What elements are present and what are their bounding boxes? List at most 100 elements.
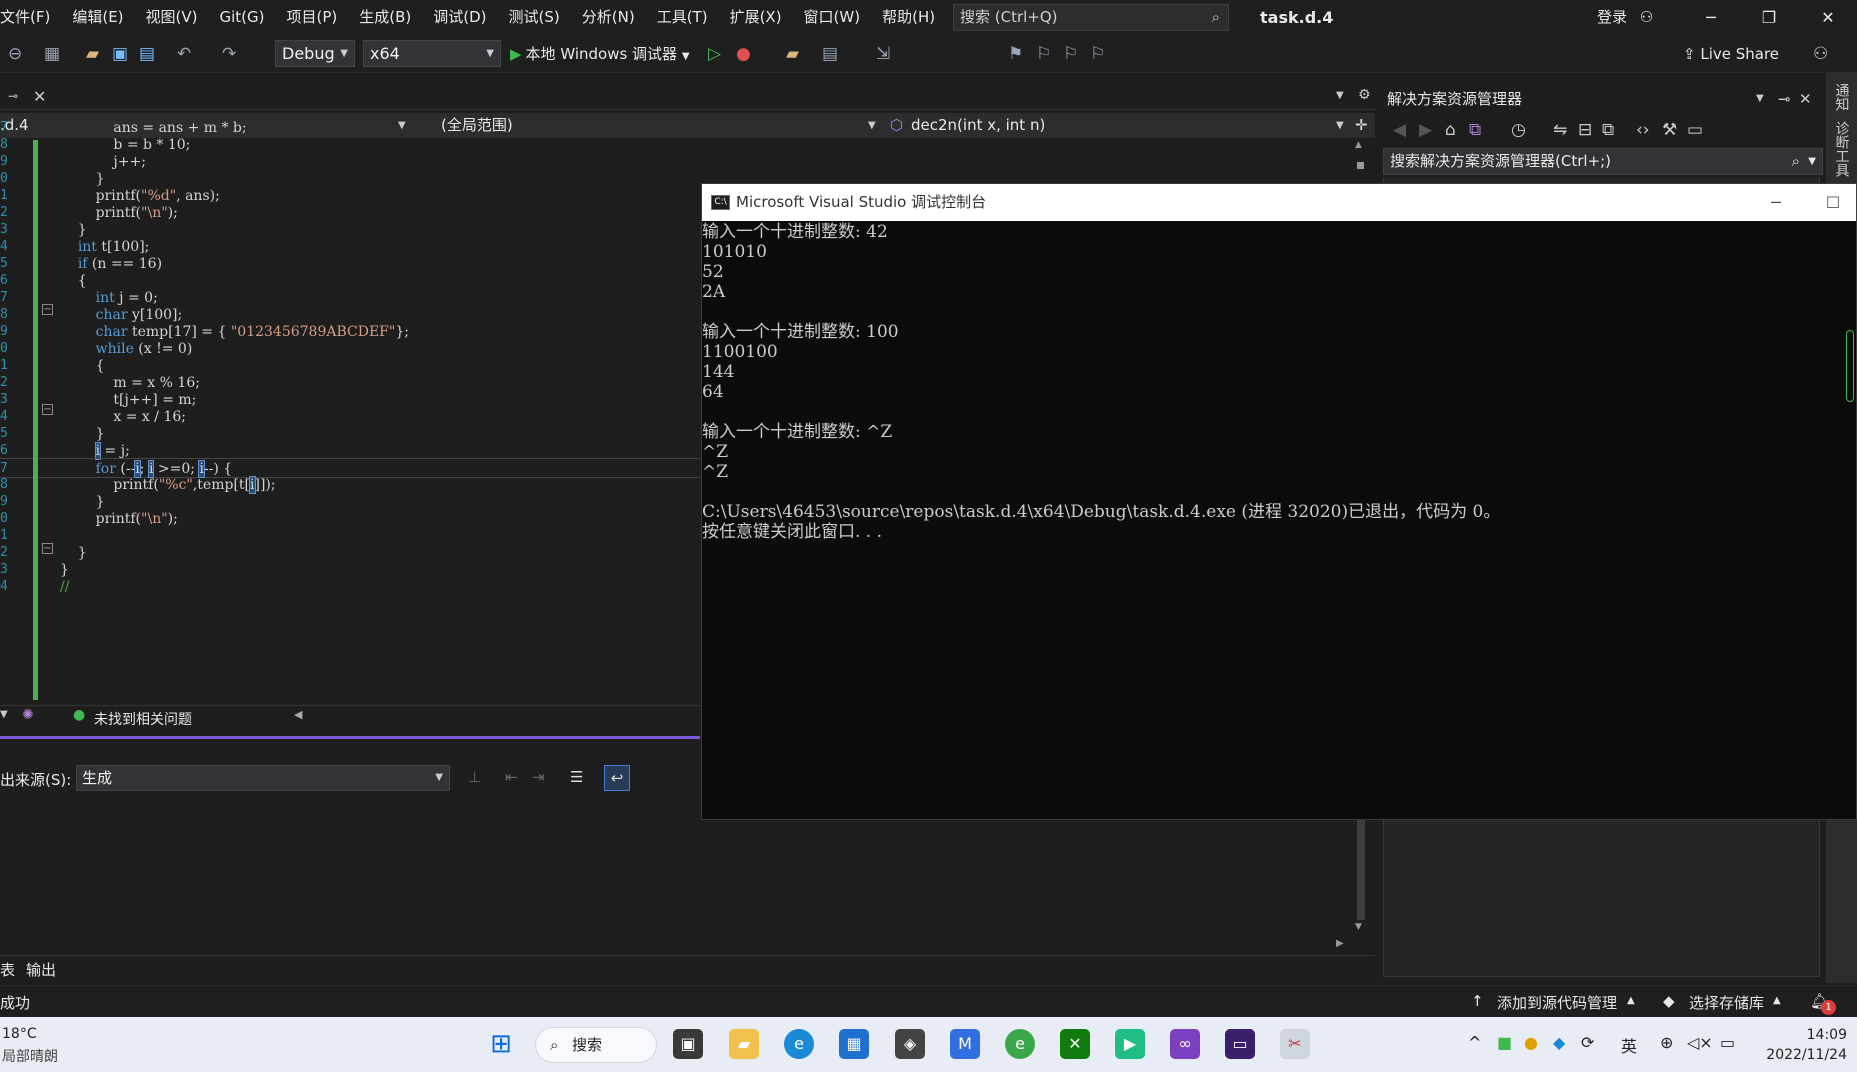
issues-status[interactable]: 未找到相关问题 — [94, 709, 192, 729]
file-explorer-icon[interactable]: ▰ — [729, 1029, 759, 1059]
redo-icon[interactable]: ↷ — [222, 44, 236, 64]
menu-view[interactable]: 视图(V) — [135, 0, 209, 35]
save-all-icon[interactable]: ▤ — [139, 44, 155, 64]
ie-browser-icon[interactable]: e — [1005, 1029, 1035, 1059]
menu-git[interactable]: Git(G) — [209, 0, 276, 35]
save-icon[interactable]: ▣ — [112, 44, 128, 64]
configuration-select[interactable]: Debug ▼ — [275, 40, 355, 67]
chevron-down-icon[interactable]: ▼ — [0, 709, 8, 720]
forward-icon[interactable]: ▶ — [1419, 120, 1432, 140]
sync-icon[interactable]: ⟳ — [1581, 1033, 1594, 1052]
function-dropdown[interactable]: dec2n(int x, int n) — [911, 113, 1045, 138]
scroll-down-icon[interactable]: ▼ — [1355, 922, 1362, 932]
next-bookmark-icon[interactable]: ⚐ — [1063, 44, 1078, 64]
unity-icon[interactable]: ◈ — [895, 1029, 925, 1059]
menu-build[interactable]: 生成(B) — [348, 0, 422, 35]
start-windows-icon[interactable]: ⊞ — [486, 1029, 516, 1059]
chevron-down-icon[interactable]: ▼ — [1756, 87, 1764, 111]
close-icon[interactable]: ✕ — [1799, 87, 1812, 111]
terminal-icon[interactable]: ▭ — [1225, 1029, 1255, 1059]
pycharm-icon[interactable]: ▶ — [1115, 1029, 1145, 1059]
minimize-icon[interactable]: ─ — [1688, 0, 1734, 35]
defender-icon[interactable]: ◆ — [1553, 1033, 1565, 1052]
output-source-select[interactable]: 生成 ▼ — [76, 765, 450, 791]
home-icon[interactable]: ⌂ — [1445, 120, 1456, 140]
menu-window[interactable]: 窗口(W) — [793, 0, 872, 35]
diagnostics-tab[interactable]: 诊断工具 — [1832, 121, 1852, 177]
pin-icon[interactable]: ⊸ — [8, 89, 18, 103]
tray-app-icon[interactable]: ● — [1524, 1033, 1538, 1052]
fold-toggle-icon[interactable]: − — [42, 543, 53, 554]
solution-explorer-search[interactable]: 搜索解决方案资源管理器(Ctrl+;) ⌕ ▼ — [1383, 148, 1823, 175]
layout-icon[interactable]: ▤ — [822, 44, 838, 64]
close-tab-icon[interactable]: ✕ — [33, 87, 46, 106]
snipping-tool-icon[interactable]: ✂ — [1280, 1029, 1310, 1059]
hot-reload-icon[interactable]: ● — [736, 44, 751, 64]
vscode-like-icon[interactable]: M — [950, 1029, 980, 1059]
weather-temp[interactable]: 18°C — [2, 1026, 37, 1042]
login-button[interactable]: 登录 ⚇ — [1597, 0, 1653, 35]
menu-edit[interactable]: 编辑(E) — [61, 0, 134, 35]
start-without-debugging-icon[interactable]: ▷ — [708, 44, 721, 64]
gear-icon[interactable]: ⚙ — [1358, 87, 1371, 103]
debug-console-window[interactable]: C:\ Microsoft Visual Studio 调试控制台 ─ ☐ 输入… — [701, 183, 1857, 820]
preview-icon[interactable]: ▭ — [1687, 120, 1703, 140]
select-repository-button[interactable]: 选择存储库 — [1689, 992, 1764, 1013]
menu-debug[interactable]: 调试(D) — [422, 0, 497, 35]
taskbar-search[interactable]: ⌕ 搜索 — [535, 1027, 657, 1063]
network-globe-icon[interactable]: ⊕ — [1660, 1033, 1673, 1052]
back-icon[interactable]: ◀ — [1393, 120, 1406, 140]
console-scrollbar[interactable] — [1846, 330, 1854, 402]
tab-output[interactable]: 输出 — [26, 959, 56, 980]
task-view-icon[interactable]: ▣ — [673, 1029, 703, 1059]
next-message-icon[interactable]: ⇥ — [532, 768, 545, 786]
intellicode-icon[interactable]: ✺ — [22, 707, 34, 723]
new-project-icon[interactable]: ▦ — [44, 44, 60, 64]
sync-icon[interactable]: ⇋ — [1553, 120, 1567, 140]
prev-bookmark-icon[interactable]: ⚐ — [1036, 44, 1051, 64]
scroll-up-icon[interactable]: ▲ — [1355, 140, 1362, 150]
ime-indicator[interactable]: 英 — [1621, 1033, 1637, 1057]
visual-studio-icon[interactable]: ∞ — [1170, 1029, 1200, 1059]
fold-toggle-icon[interactable]: − — [42, 304, 53, 315]
feedback-icon[interactable]: ⚇ — [1813, 44, 1828, 64]
word-wrap-icon[interactable]: ↩ — [604, 765, 630, 791]
browse-icon[interactable]: ▰ — [786, 44, 799, 64]
scroll-left-icon[interactable]: ◀ — [294, 708, 302, 721]
step-icon[interactable]: ⇲ — [876, 44, 890, 64]
battery-icon[interactable]: ▭ — [1720, 1033, 1735, 1052]
scrollbar-thumb[interactable] — [1357, 820, 1365, 920]
scroll-right-icon[interactable]: ▶ — [1336, 938, 1344, 949]
live-share-button[interactable]: ⇪ Live Share — [1683, 42, 1779, 66]
switch-views-icon[interactable]: ⧉ — [1469, 120, 1481, 140]
close-icon[interactable]: ✕ — [1805, 0, 1851, 35]
weather-desc[interactable]: 局部晴朗 — [2, 1046, 58, 1066]
store-icon[interactable]: ▦ — [839, 1029, 869, 1059]
bookmark-icon[interactable]: ⚑ — [1008, 44, 1023, 64]
go-to-line-icon[interactable]: ⊥ — [468, 768, 481, 786]
console-title-bar[interactable]: C:\ Microsoft Visual Studio 调试控制台 ─ ☐ — [702, 184, 1856, 221]
editor-scrollbar[interactable]: ▲ — [1353, 140, 1367, 180]
platform-select[interactable]: x64 ▼ — [363, 40, 501, 67]
menu-extensions[interactable]: 扩展(X) — [719, 0, 793, 35]
system-clock[interactable]: 14:09 2022/11/24 — [1757, 1025, 1847, 1065]
clear-all-icon[interactable]: ☰ — [570, 768, 583, 786]
menu-file[interactable]: 文件(F) — [0, 0, 61, 35]
show-all-files-icon[interactable]: ⧉ — [1602, 120, 1614, 140]
wrench-icon[interactable]: ⚒ — [1662, 120, 1677, 140]
undo-icon[interactable]: ↶ — [177, 44, 191, 64]
global-search-input[interactable]: 搜索 (Ctrl+Q) ⌕ — [953, 4, 1229, 31]
restore-icon[interactable]: ❐ — [1746, 0, 1792, 35]
xbox-icon[interactable]: ✕ — [1060, 1029, 1090, 1059]
output-scrollbar[interactable]: ▼ — [1353, 820, 1367, 938]
chevron-down-icon[interactable]: ▼ — [1336, 90, 1344, 101]
start-debugging-button[interactable]: ▶ 本地 Windows 调试器 ▼ — [510, 42, 690, 69]
volume-muted-icon[interactable]: ◁× — [1687, 1033, 1713, 1052]
menu-help[interactable]: 帮助(H) — [871, 0, 946, 35]
edge-browser-icon[interactable]: e — [784, 1029, 814, 1059]
menu-project[interactable]: 项目(P) — [276, 0, 349, 35]
prev-message-icon[interactable]: ⇤ — [505, 768, 518, 786]
clear-bookmarks-icon[interactable]: ⚐ — [1090, 44, 1105, 64]
pin-icon[interactable]: ⊸ — [1778, 87, 1791, 111]
minimize-icon[interactable]: ─ — [1753, 184, 1799, 221]
